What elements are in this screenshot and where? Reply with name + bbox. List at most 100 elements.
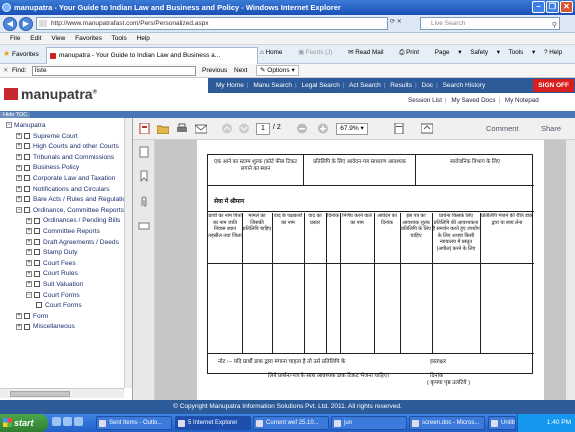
feeds-button[interactable]: ▣ Feeds (J) — [298, 49, 339, 56]
nav-search-history[interactable]: Search History — [443, 82, 486, 89]
tree-checkbox[interactable] — [34, 249, 40, 256]
zoom-out-icon[interactable] — [296, 123, 308, 134]
expand-icon[interactable]: + — [16, 185, 22, 192]
tree-checkbox[interactable] — [36, 302, 42, 309]
clock[interactable]: 1:40 PM — [547, 419, 571, 426]
sign-off-button[interactable]: SIGN OFF — [533, 79, 574, 92]
tree-node[interactable]: Court Forms — [36, 301, 82, 311]
zoom-level-select[interactable]: 67.9% ▾ — [336, 123, 368, 135]
tree-checkbox[interactable] — [34, 270, 40, 277]
my-notepad-link[interactable]: My Notepad — [505, 97, 539, 104]
tree-node[interactable]: − Court Forms — [26, 291, 80, 301]
quick-launch-outlook-icon[interactable] — [52, 417, 61, 426]
tree-checkbox[interactable] — [34, 291, 40, 298]
tree-node[interactable]: + Draft Agreements / Deeds — [26, 238, 119, 248]
close-button[interactable]: ✕ — [560, 1, 573, 13]
menu-file[interactable]: File — [10, 35, 20, 42]
menu-help[interactable]: Help — [137, 35, 150, 42]
manupatra-logo[interactable]: manupatra® — [4, 86, 97, 102]
collapse-icon[interactable]: − — [26, 291, 32, 298]
tree-node[interactable]: + Ordinances / Pending Bills — [26, 216, 120, 226]
email-icon[interactable] — [195, 123, 207, 134]
page-down-icon[interactable] — [238, 123, 250, 134]
tree-node[interactable]: + Corporate Law and Taxation — [16, 174, 115, 184]
read-mode-icon[interactable] — [421, 123, 433, 134]
tree-node[interactable]: − Ordinance, Committee Reports — [16, 206, 124, 216]
taskbar-button[interactable]: Untitled - Paint — [488, 416, 516, 430]
tree-checkbox[interactable] — [24, 323, 30, 330]
taskbar-button[interactable]: screen.doc - Micros... — [409, 416, 485, 430]
back-button[interactable]: ◀ — [3, 17, 17, 31]
live-search-input[interactable]: Live Search ⚲ — [420, 17, 560, 30]
toc-horizontal-scrollbar[interactable] — [0, 388, 124, 398]
expand-icon[interactable]: + — [26, 238, 32, 245]
expand-icon[interactable]: + — [26, 270, 32, 277]
tree-node[interactable]: + Court Rules — [26, 269, 78, 279]
tree-node[interactable]: + Court Fees — [26, 259, 76, 269]
expand-icon[interactable]: + — [26, 260, 32, 267]
tree-checkbox[interactable] — [24, 154, 30, 161]
taskbar-button[interactable]: jun — [331, 416, 407, 430]
tree-checkbox[interactable] — [34, 217, 40, 224]
read-mail-button[interactable]: ✉ Read Mail — [348, 49, 390, 56]
help-menu[interactable]: ? Help — [544, 49, 569, 56]
tree-checkbox[interactable] — [24, 185, 30, 192]
tree-node[interactable]: + Stamp Duty — [26, 248, 77, 258]
session-list-link[interactable]: Session List — [408, 97, 442, 104]
start-button[interactable]: start — [0, 414, 48, 432]
menu-view[interactable]: View — [51, 35, 65, 42]
tree-node[interactable]: + Form — [16, 312, 48, 322]
forward-button[interactable]: ▶ — [19, 17, 33, 31]
expand-icon[interactable]: + — [26, 249, 32, 256]
nav-my-home[interactable]: My Home — [216, 82, 244, 89]
signatures-icon[interactable] — [138, 220, 150, 232]
safety-menu[interactable]: Safety ▾ — [470, 49, 500, 56]
tree-checkbox[interactable] — [34, 260, 40, 267]
find-next-button[interactable]: Next — [234, 64, 247, 78]
page-thumbnails-icon[interactable] — [138, 146, 150, 158]
expand-icon[interactable]: + — [26, 228, 32, 235]
tree-checkbox[interactable] — [24, 143, 30, 150]
favorites-button[interactable]: ★ Favorites — [3, 49, 39, 58]
nav-manu-search[interactable]: Manu Search — [253, 82, 292, 89]
print-button[interactable]: ⎙ Print — [399, 49, 426, 56]
bookmark-icon[interactable] — [138, 170, 150, 182]
tree-node[interactable]: + Suit Valuation — [26, 280, 83, 290]
create-pdf-icon[interactable] — [139, 123, 151, 134]
tree-checkbox[interactable] — [24, 313, 30, 320]
taskbar-button[interactable]: Current wef 25.10... — [253, 416, 329, 430]
taskbar-button[interactable]: Sent Items - Outlo... — [96, 416, 172, 430]
expand-icon[interactable]: + — [16, 132, 22, 139]
attachment-icon[interactable] — [138, 196, 150, 208]
share-tab[interactable]: Share — [541, 124, 561, 133]
maximize-button[interactable]: ❐ — [546, 1, 559, 13]
expand-icon[interactable]: + — [16, 164, 22, 171]
expand-icon[interactable]: + — [16, 313, 22, 320]
toc-vertical-scrollbar[interactable] — [124, 118, 132, 388]
menu-favorites[interactable]: Favorites — [75, 35, 102, 42]
close-find-icon[interactable]: ✕ — [3, 64, 8, 78]
pdf-vertical-scrollbar[interactable] — [566, 140, 575, 400]
tree-node[interactable]: + Bare Acts / Rules and Regulations — [16, 195, 132, 205]
tree-checkbox[interactable] — [34, 238, 40, 245]
expand-icon[interactable]: + — [26, 217, 32, 224]
tree-node[interactable]: + Supreme Court — [16, 132, 78, 142]
url-field[interactable]: http://www.manupatrafast.com/Pers/Person… — [36, 17, 388, 30]
nav-results[interactable]: Results — [390, 82, 412, 89]
tree-checkbox[interactable] — [24, 132, 30, 139]
tab-manupatra[interactable]: manupatra - Your Guide to Indian Law and… — [46, 47, 258, 64]
collapse-icon[interactable]: − — [16, 207, 22, 214]
nav-legal-search[interactable]: Legal Search — [302, 82, 340, 89]
comment-tab[interactable]: Comment — [486, 124, 519, 133]
tree-checkbox[interactable] — [24, 207, 30, 214]
zoom-in-icon[interactable] — [317, 123, 329, 134]
home-button[interactable]: ⌂ Home — [260, 49, 289, 56]
quick-launch-ie-icon[interactable] — [63, 417, 72, 426]
my-saved-docs-link[interactable]: My Saved Docs — [451, 97, 495, 104]
tree-node[interactable]: + Tribunals and Commissions — [16, 153, 114, 163]
expand-icon[interactable]: + — [16, 154, 22, 161]
page-up-icon[interactable] — [221, 123, 233, 134]
taskbar-button[interactable]: 5 Internet Explorer — [175, 416, 251, 430]
collapse-icon[interactable]: − — [6, 122, 12, 129]
minimize-button[interactable]: – — [532, 1, 545, 13]
